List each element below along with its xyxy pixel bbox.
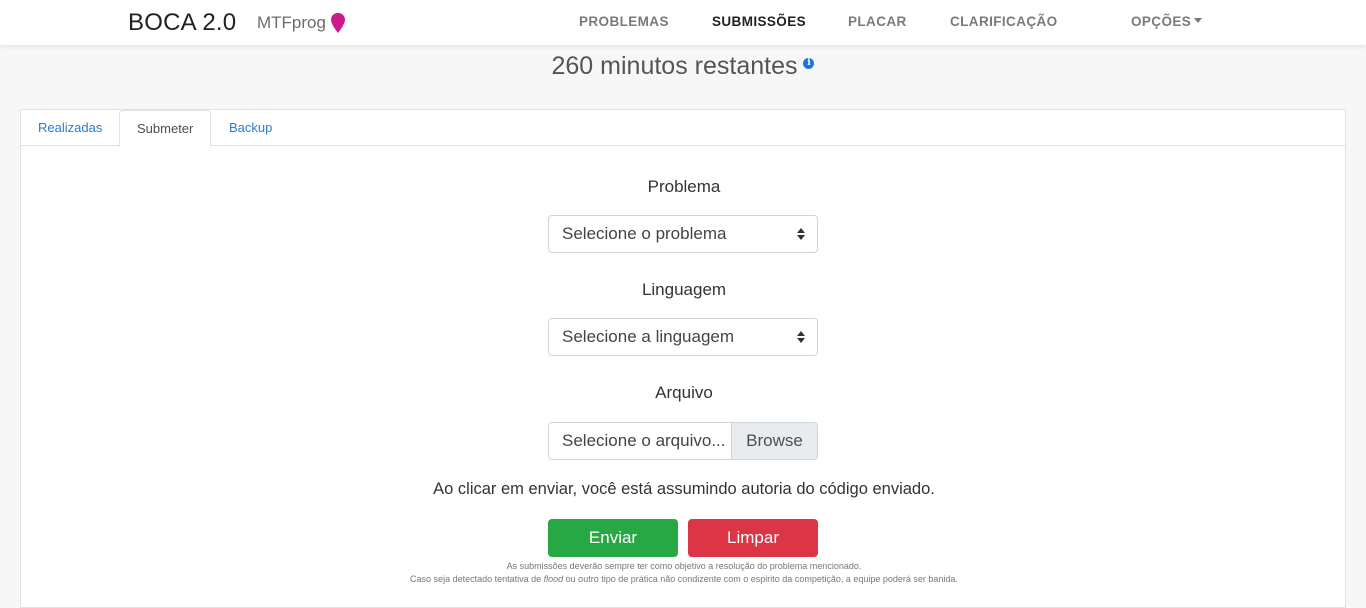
fine-print-line-2: Caso seja detectado tentativa de flood o… [21, 574, 1347, 584]
file-input-placeholder: Selecione o arquivo... [562, 431, 726, 450]
tab-backup[interactable]: Backup [212, 110, 289, 146]
clear-button[interactable]: Limpar [688, 519, 818, 557]
map-pin-icon [330, 13, 345, 33]
problem-select-value: Selecione o problema [562, 224, 727, 243]
nav-clarification[interactable]: CLARIFICAÇÃO [950, 14, 1058, 29]
language-select-value: Selecione a linguagem [562, 327, 735, 346]
nav-problems[interactable]: PROBLEMAS [579, 14, 669, 29]
problem-label: Problema [647, 177, 721, 196]
fine-print-flood: flood [543, 574, 564, 584]
nav-options-dropdown[interactable]: OPÇÕES [1131, 14, 1203, 29]
problem-select[interactable]: Selecione o problema [548, 215, 818, 253]
remaining-time-text: 260 minutos restantes [551, 52, 798, 80]
file-input[interactable]: Selecione o arquivo... Browse [548, 422, 818, 460]
tab-bar: Realizadas Submeter Backup [21, 110, 1345, 147]
contest-label: MTFprog [257, 13, 326, 32]
submission-panel: Realizadas Submeter Backup Problema Sele… [20, 109, 1346, 608]
language-label: Linguagem [641, 280, 727, 299]
send-button[interactable]: Enviar [548, 519, 678, 557]
nav-scoreboard[interactable]: PLACAR [848, 14, 907, 29]
info-icon[interactable]: i [803, 57, 815, 69]
fine-print-line-2-end: ou outro tipo de prática não condizente … [563, 574, 958, 584]
nav-submissions[interactable]: SUBMISSÕES [712, 14, 806, 29]
remaining-time: 260 minutos restantes i [0, 52, 1366, 81]
tab-realizadas[interactable]: Realizadas [21, 110, 119, 146]
brand-title[interactable]: BOCA 2.0 [128, 9, 236, 37]
contest-name: MTFprog [257, 12, 346, 34]
authorship-notice: Ao clicar em enviar, você está assumindo… [433, 480, 935, 498]
browse-button[interactable]: Browse [731, 423, 817, 459]
language-select[interactable]: Selecione a linguagem [548, 318, 818, 356]
fine-print-line-1: As submissões deverão sempre ter como ob… [506, 561, 862, 571]
nav-options-label: OPÇÕES [1131, 14, 1192, 29]
tab-submeter[interactable]: Submeter [119, 110, 212, 147]
file-label: Arquivo [655, 383, 713, 402]
caret-down-icon [1194, 17, 1203, 23]
select-arrows-icon [797, 331, 805, 343]
top-navbar: BOCA 2.0 MTFprog PROBLEMAS SUBMISSÕES PL… [0, 0, 1366, 45]
select-arrows-icon [797, 228, 805, 240]
fine-print-line-2-start: Caso seja detectado tentativa de [410, 574, 544, 584]
